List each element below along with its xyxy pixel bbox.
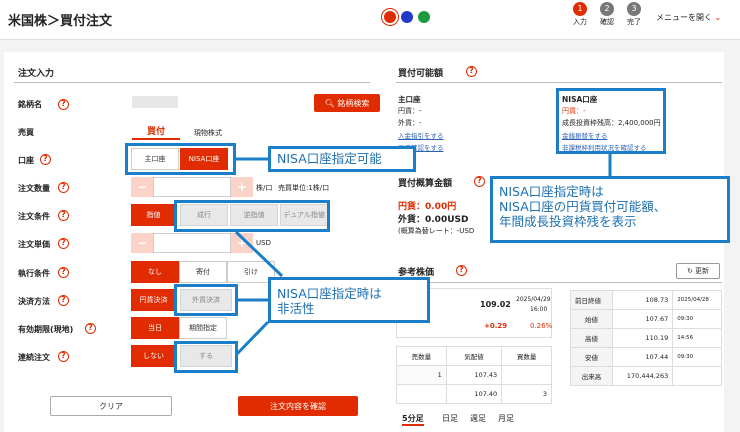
callout-frame-cont xyxy=(174,341,238,373)
callout-frame-account xyxy=(125,143,236,175)
callout-text-nisa: NISA口座指定時は NISA口座の円貨買付可能額、 年間成長投資枠残を表示 xyxy=(490,176,730,243)
callout-frame-cond xyxy=(174,200,330,232)
callout-text-disabled: NISA口座指定時は 非活性 xyxy=(268,277,430,323)
callout-frame-nisa xyxy=(556,88,666,154)
callout-text-account: NISA口座指定可能 xyxy=(268,146,416,172)
callout-frame-settle xyxy=(174,284,238,316)
